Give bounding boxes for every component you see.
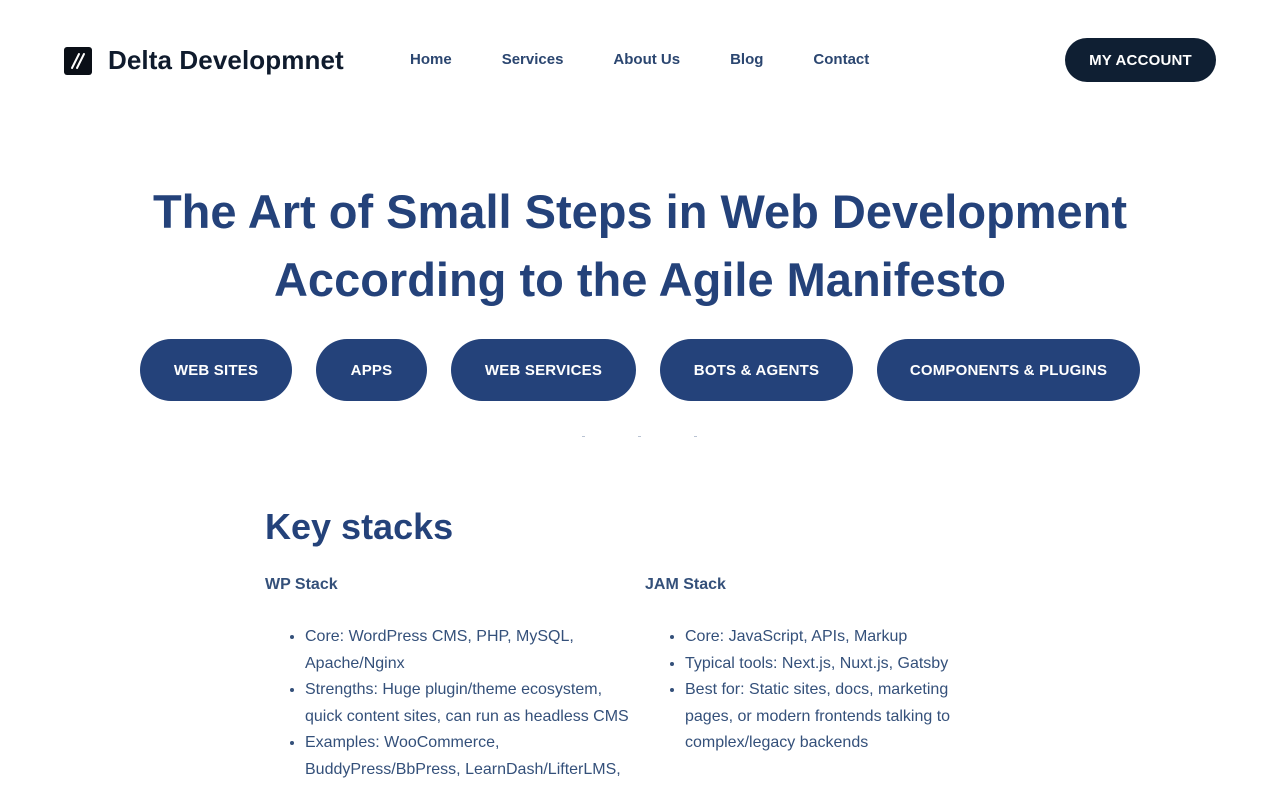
wp-stack-column: WP Stack Core: WordPress CMS, PHP, MySQL… — [265, 575, 645, 783]
pill-bots-agents[interactable]: BOTS & AGENTS — [660, 339, 853, 401]
list-item: Core: WordPress CMS, PHP, MySQL, Apache/… — [305, 624, 645, 677]
wp-stack-title: WP Stack — [265, 576, 338, 593]
jam-stack-title: JAM Stack — [645, 576, 726, 593]
list-item: Examples: WooCommerce, BuddyPress/BbPres… — [305, 730, 645, 783]
pill-apps[interactable]: APPS — [316, 339, 427, 401]
nav-blog[interactable]: Blog — [730, 50, 763, 70]
carousel-dot[interactable] — [694, 436, 697, 437]
list-item: Core: JavaScript, APIs, Markup — [685, 624, 1025, 651]
wp-stack-list: Core: WordPress CMS, PHP, MySQL, Apache/… — [265, 624, 645, 783]
double-slash-logo-icon — [64, 46, 92, 75]
list-item: Strengths: Huge plugin/theme ecosystem, … — [305, 677, 645, 730]
carousel-dot[interactable] — [638, 436, 641, 437]
key-stacks-section: Key stacks WP Stack Core: WordPress CMS,… — [265, 505, 1025, 783]
carousel-dot[interactable] — [582, 436, 585, 437]
nav-about-us[interactable]: About Us — [613, 50, 680, 70]
pill-components-plugins[interactable]: COMPONENTS & PLUGINS — [877, 339, 1140, 401]
hero: The Art of Small Steps in Web Developmen… — [0, 178, 1280, 314]
nav-services[interactable]: Services — [502, 50, 564, 70]
jam-stack-list: Core: JavaScript, APIs, Markup Typical t… — [645, 624, 1025, 757]
hero-title-line-2: According to the Agile Manifesto — [273, 253, 1006, 306]
category-pills: WEB SITES APPS WEB SERVICES BOTS & AGENT… — [140, 339, 1140, 401]
list-item: Best for: Static sites, docs, marketing … — [685, 677, 1025, 757]
nav-contact[interactable]: Contact — [813, 50, 869, 70]
brand-logo[interactable]: Delta Developmnet — [64, 45, 344, 76]
brand-name: Delta Developmnet — [108, 45, 344, 75]
carousel-dots — [582, 436, 750, 437]
pill-web-services[interactable]: WEB SERVICES — [451, 339, 636, 401]
site-header: Delta Developmnet Home Services About Us… — [0, 0, 1280, 120]
my-account-button[interactable]: MY ACCOUNT — [1065, 38, 1216, 82]
key-stacks-heading: Key stacks — [265, 506, 454, 547]
hero-title-line-1: The Art of Small Steps in Web Developmen… — [152, 185, 1128, 238]
pill-web-sites[interactable]: WEB SITES — [140, 339, 292, 401]
jam-stack-column: JAM Stack Core: JavaScript, APIs, Markup… — [645, 575, 1025, 783]
main-nav: Home Services About Us Blog Contact — [410, 50, 919, 70]
nav-home[interactable]: Home — [410, 50, 452, 70]
list-item: Typical tools: Next.js, Nuxt.js, Gatsby — [685, 651, 1025, 678]
